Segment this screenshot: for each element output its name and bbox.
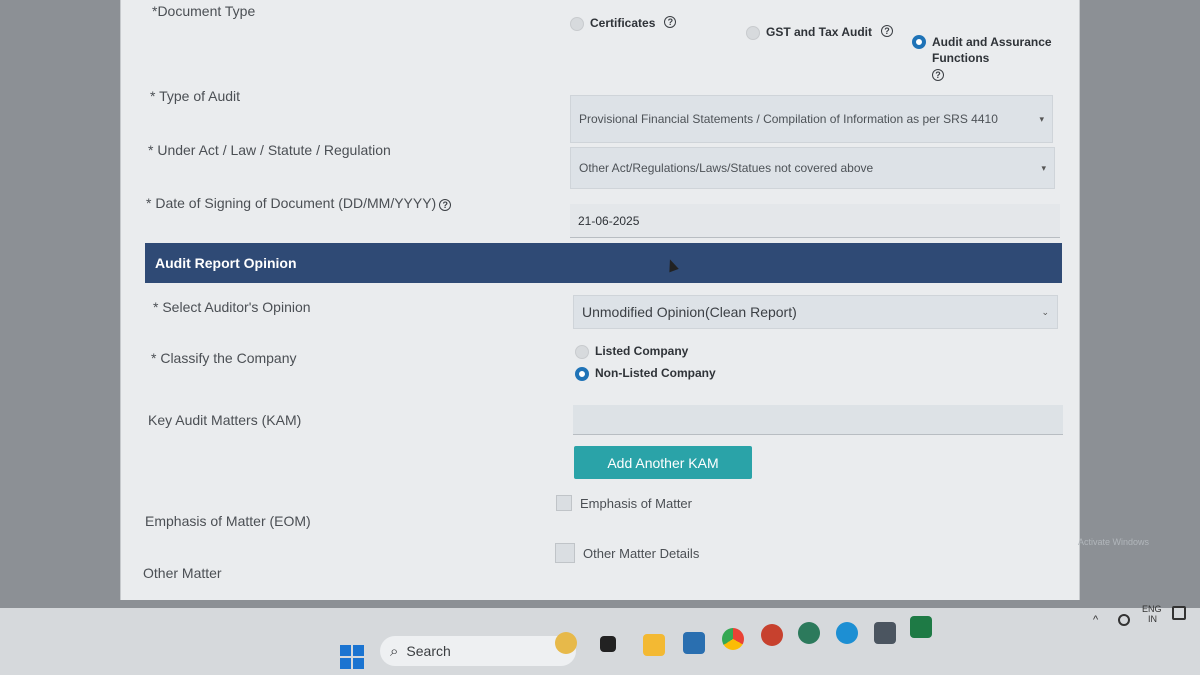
help-icon[interactable]: ? (881, 25, 894, 37)
document-type-label: *Document Type (152, 3, 256, 19)
under-act-value: Other Act/Regulations/Laws/Statues not c… (579, 161, 874, 175)
date-label-text: * Date of Signing of Document (DD/MM/YYY… (146, 195, 437, 211)
radio-icon (570, 17, 584, 31)
audit-report-opinion-header: Audit Report Opinion (145, 243, 1062, 283)
chrome-icon[interactable] (722, 628, 744, 650)
doc-type-gst-tax-audit[interactable]: GST and Tax Audit? (746, 25, 894, 40)
help-icon[interactable]: ? (932, 69, 944, 81)
doc-type-label-line1: Audit and Assurance (932, 35, 1052, 49)
app-icon[interactable] (761, 624, 783, 646)
chevron-down-icon: ▾ (1039, 113, 1044, 124)
date-label: * Date of Signing of Document (DD/MM/YYY… (146, 195, 452, 211)
task-view-icon[interactable] (600, 636, 616, 652)
kam-label: Key Audit Matters (KAM) (148, 412, 302, 428)
other-matter-checkbox[interactable]: Other Matter Details (555, 543, 699, 563)
radio-selected-icon (912, 35, 926, 49)
add-another-kam-button[interactable]: Add Another KAM (574, 446, 752, 479)
listed-company-label: Listed Company (595, 344, 689, 358)
activate-windows-watermark: Activate Windows (1078, 536, 1149, 548)
chevron-down-icon: ⌄ (1041, 306, 1049, 317)
tray-region: IN (1148, 614, 1157, 624)
watermark-text: Activate Windows (1078, 537, 1150, 547)
taskbar-search[interactable]: ⌕ Search (380, 636, 576, 666)
classify-company-label: * Classify the Company (151, 350, 297, 366)
notification-icon[interactable] (1172, 606, 1186, 620)
excel-icon[interactable] (910, 616, 932, 638)
store-icon[interactable] (683, 632, 705, 654)
gst-app-icon[interactable] (798, 622, 820, 644)
app-icon[interactable] (874, 622, 896, 644)
other-matter-label: Other Matter (143, 565, 222, 581)
listed-company-radio[interactable]: Listed Company (575, 344, 688, 359)
auditor-opinion-value: Unmodified Opinion(Clean Report) (582, 304, 797, 320)
auditor-opinion-select[interactable]: Unmodified Opinion(Clean Report) ⌄ (573, 295, 1058, 329)
type-of-audit-select[interactable]: Provisional Financial Statements / Compi… (570, 95, 1053, 143)
under-act-label: * Under Act / Law / Statute / Regulation (148, 142, 391, 158)
doc-type-label: Certificates (590, 16, 656, 30)
edge-icon[interactable] (836, 622, 858, 644)
doc-type-label: GST and Tax Audit (766, 25, 873, 39)
eom-label: Emphasis of Matter (EOM) (145, 513, 311, 529)
widget-icon[interactable] (555, 632, 577, 654)
under-act-select[interactable]: Other Act/Regulations/Laws/Statues not c… (570, 147, 1055, 189)
date-input[interactable]: 21-06-2025 (570, 204, 1060, 238)
tray-language[interactable]: ENG IN (1142, 604, 1162, 624)
checkbox-icon (556, 495, 572, 511)
doc-type-label-line2: Functions (932, 51, 990, 65)
checkbox-icon (555, 543, 575, 563)
emphasis-of-matter-checkbox[interactable]: Emphasis of Matter (556, 495, 692, 511)
tray-lang: ENG (1142, 604, 1162, 614)
help-icon[interactable]: ? (664, 16, 677, 28)
doc-type-certificates[interactable]: Certificates? (570, 16, 677, 31)
search-icon: ⌕ (390, 642, 399, 660)
type-of-audit-value: Provisional Financial Statements / Compi… (579, 112, 998, 126)
type-of-audit-label: * Type of Audit (150, 88, 241, 104)
chevron-down-icon: ▾ (1041, 162, 1046, 173)
date-value: 21-06-2025 (578, 213, 640, 228)
emphasis-of-matter-checkbox-label: Emphasis of Matter (580, 495, 692, 511)
kam-input[interactable] (573, 405, 1063, 435)
help-icon[interactable]: ? (439, 199, 452, 211)
radio-icon (746, 26, 760, 40)
network-icon[interactable] (1118, 614, 1130, 626)
auditor-opinion-label: * Select Auditor's Opinion (153, 299, 311, 315)
file-explorer-icon[interactable] (643, 634, 665, 656)
radio-icon (575, 345, 589, 359)
taskbar: ⌕ Search ^ ENG IN (0, 604, 1200, 675)
section-title: Audit Report Opinion (155, 255, 297, 271)
non-listed-company-radio[interactable]: Non-Listed Company (575, 366, 716, 381)
chevron-up-icon[interactable]: ^ (1093, 614, 1098, 626)
windows-start-icon[interactable] (340, 645, 364, 669)
non-listed-company-label: Non-Listed Company (595, 366, 716, 380)
radio-selected-icon (575, 367, 589, 381)
doc-type-audit-assurance[interactable]: Audit and Assurance Functions ? (912, 34, 1052, 82)
other-matter-checkbox-label: Other Matter Details (583, 545, 700, 561)
search-placeholder: Search (406, 643, 451, 659)
